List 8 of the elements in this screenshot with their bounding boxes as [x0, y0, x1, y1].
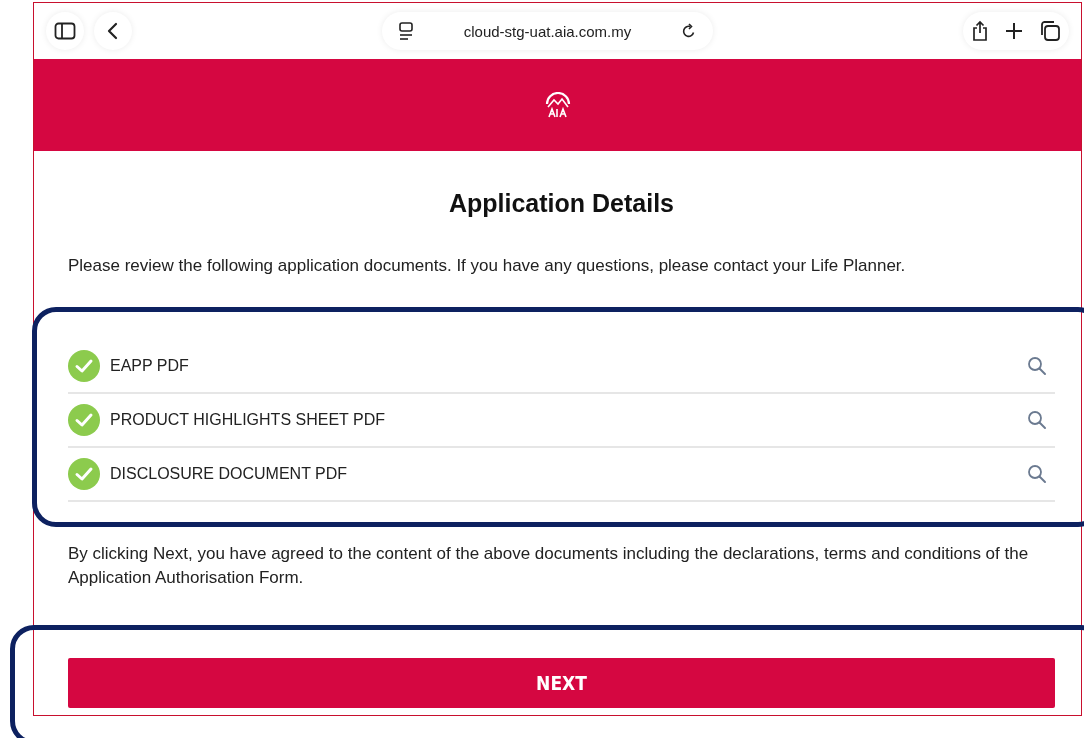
document-name[interactable]: PRODUCT HIGHLIGHTS SHEET PDF — [110, 411, 1027, 429]
agreement-text: By clicking Next, you have agreed to the content of the above documents including the declarations, terms and conditions of the Application Authorisation Form. — [68, 543, 1030, 589]
address-bar[interactable]: cloud-stg-uat.aia.com.my — [381, 12, 714, 50]
document-name[interactable]: EAPP PDF — [110, 357, 1027, 375]
intro-text: Please review the following application documents. If you have any questions, please contact your Life Planner. — [68, 255, 907, 277]
next-button[interactable]: NEXT — [68, 658, 1055, 708]
page-title: Application Details — [447, 189, 675, 218]
document-name[interactable]: DISCLOSURE DOCUMENT PDF — [110, 465, 1027, 483]
